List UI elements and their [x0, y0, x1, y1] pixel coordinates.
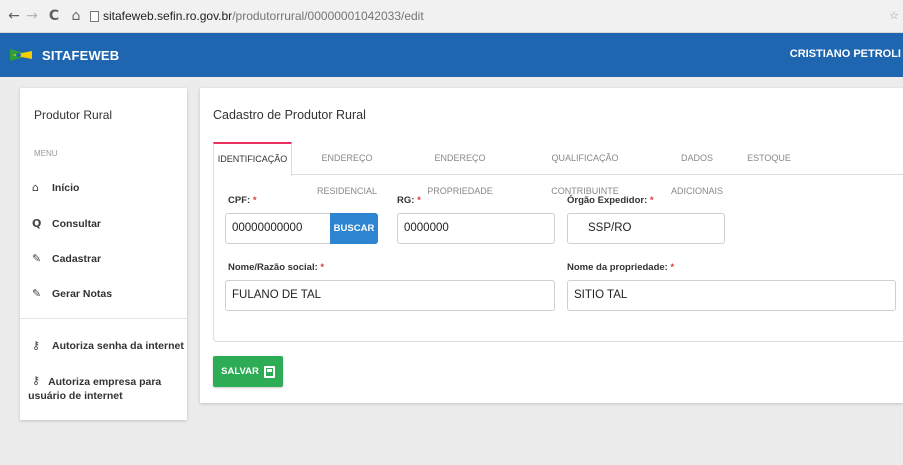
buscar-button[interactable]: BUSCAR [330, 213, 378, 244]
home-icon: ⌂ [32, 181, 39, 194]
tab-bar: IDENTIFICAÇÃO ENDEREÇO RESIDENCIAL ENDER… [213, 142, 903, 196]
app-header: SITAFEWEB CRISTIANO PETROLI [0, 33, 903, 77]
salvar-label: SALVAR [221, 366, 259, 377]
tab-identificacao[interactable]: IDENTIFICAÇÃO [213, 142, 292, 176]
sidebar-item-label: Início [52, 182, 80, 194]
save-disk-icon [263, 365, 275, 378]
brand-flag-icon [10, 47, 34, 63]
edit-icon: ✎ [32, 252, 42, 265]
edit-icon: ✎ [32, 287, 42, 300]
rg-input[interactable]: 0000000 [397, 213, 555, 244]
search-icon: Q [32, 217, 42, 230]
page-icon [90, 10, 99, 22]
sidebar-item-inicio[interactable]: ⌂ Início [32, 181, 80, 195]
orgao-expedidor-label: Órgão Expedidor: * [567, 195, 654, 206]
bookmark-star-icon[interactable]: ☆ [889, 9, 899, 22]
reload-icon[interactable]: C [46, 8, 62, 24]
menu-heading: MENU [34, 149, 58, 158]
sidebar-title: Produtor Rural [34, 108, 113, 122]
key-icon: ⚷ [32, 339, 41, 352]
nome-razao-social-input[interactable]: FULANO DE TAL [225, 280, 555, 311]
sidebar-item-gerar-notas[interactable]: ✎ Gerar Notas [32, 287, 113, 301]
sidebar-item-consultar[interactable]: Q Consultar [32, 217, 102, 231]
tab-endereco-propriedade[interactable]: ENDEREÇO PROPRIEDADE [405, 142, 515, 196]
sidebar-item-autoriza-empresa[interactable]: ⚷ Autoriza empresa para usuário de inter… [28, 375, 182, 403]
nome-razao-social-label: Nome/Razão social: * [228, 262, 325, 273]
identificacao-panel: CPF: * RG: * Órgão Expedidor: * 00000000… [213, 174, 903, 342]
nome-propriedade-input[interactable]: SITIO TAL [567, 280, 896, 311]
tab-qualificacao-contribuinte[interactable]: QUALIFICAÇÃO CONTRIBUINTE [519, 142, 651, 196]
sidebar-divider [20, 318, 187, 319]
url-path: /produtorrural/00000001042033/edit [232, 9, 424, 23]
nome-propriedade-label: Nome da propriedade: * [567, 262, 675, 273]
home-icon[interactable]: ⌂ [68, 8, 84, 24]
sidebar: Produtor Rural MENU ⌂ Início Q Consultar… [20, 88, 187, 420]
sidebar-item-label: Autoriza empresa para usuário de interne… [28, 376, 162, 402]
sidebar-item-cadastrar[interactable]: ✎ Cadastrar [32, 252, 102, 266]
rg-label: RG: * [397, 195, 421, 206]
address-bar[interactable]: sitafeweb.sefin.ro.gov.br/produtorrural/… [90, 9, 424, 23]
salvar-button[interactable]: SALVAR [213, 356, 283, 387]
main-card: Cadastro de Produtor Rural IDENTIFICAÇÃO… [200, 88, 903, 403]
forward-arrow-icon[interactable]: → [24, 8, 40, 24]
cpf-label: CPF: * [228, 195, 257, 206]
user-menu[interactable]: CRISTIANO PETROLI [790, 48, 901, 60]
sidebar-item-label: Cadastrar [52, 253, 102, 265]
tab-estoque[interactable]: ESTOQUE [745, 142, 793, 175]
sidebar-item-autoriza-senha[interactable]: ⚷ Autoriza senha da internet [32, 339, 184, 353]
tab-dados-adicionais[interactable]: DADOS ADICIONAIS [655, 142, 739, 196]
page-title: Cadastro de Produtor Rural [213, 108, 366, 122]
back-arrow-icon[interactable]: ← [6, 8, 22, 24]
orgao-expedidor-input[interactable]: SSP/RO [567, 213, 725, 244]
cpf-input[interactable]: 00000000000 [225, 213, 331, 244]
sidebar-item-label: Autoriza senha da internet [52, 340, 184, 352]
brand-name[interactable]: SITAFEWEB [42, 48, 119, 63]
sidebar-item-label: Gerar Notas [52, 288, 113, 300]
url-host: sitafeweb.sefin.ro.gov.br [103, 9, 233, 23]
browser-toolbar: ← → C ⌂ sitafeweb.sefin.ro.gov.br/produt… [0, 0, 903, 33]
tab-endereco-residencial[interactable]: ENDEREÇO RESIDENCIAL [295, 142, 399, 196]
sidebar-item-label: Consultar [52, 218, 102, 230]
